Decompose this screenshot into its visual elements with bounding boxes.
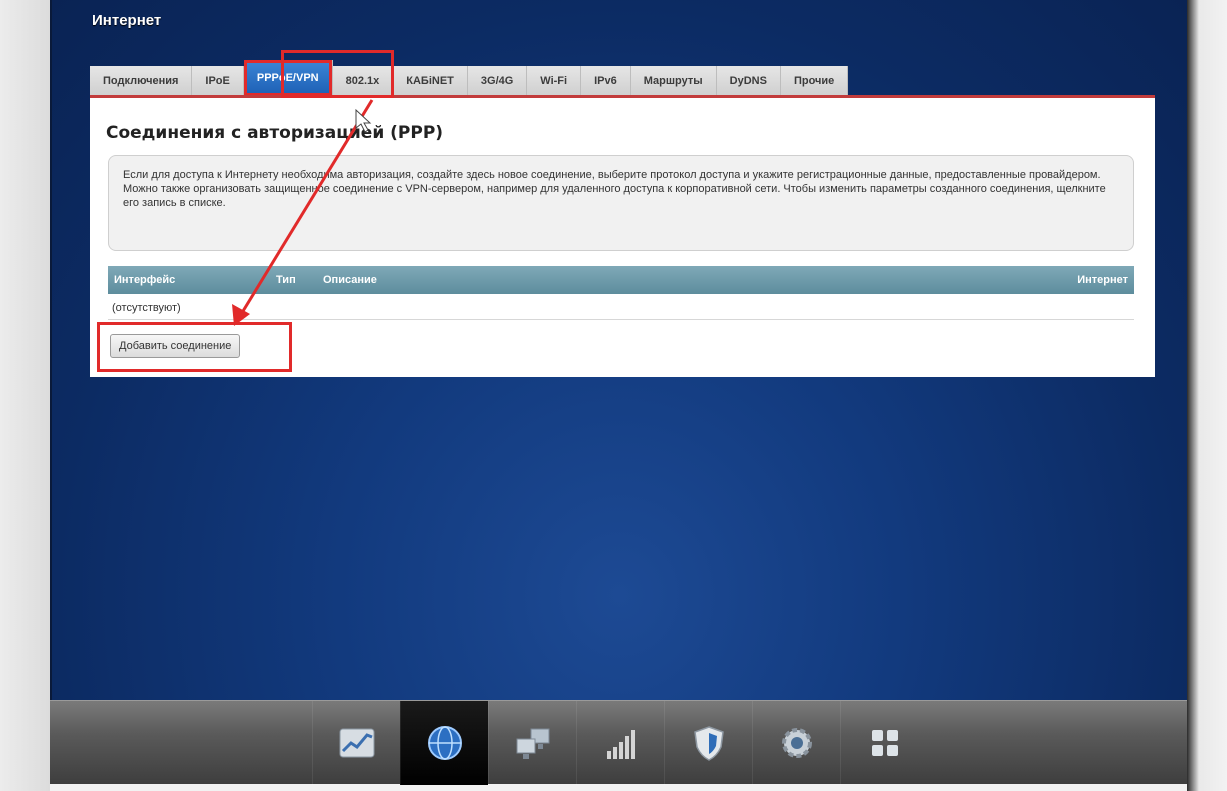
tab-other[interactable]: Прочие xyxy=(780,66,849,96)
content-panel: Соединения с авторизацией (PPP) Если для… xyxy=(90,95,1155,377)
table-header: Интерфейс Тип Описание Интернет xyxy=(108,266,1134,294)
tab-wifi[interactable]: Wi-Fi xyxy=(527,66,582,96)
window-frame-right xyxy=(1187,0,1227,791)
dock-security-button[interactable] xyxy=(664,701,752,785)
empty-placeholder: (отсутствуют) xyxy=(112,302,181,314)
column-interface[interactable]: Интерфейс xyxy=(114,274,175,286)
column-description[interactable]: Описание xyxy=(323,274,377,286)
section-title: Соединения с авторизацией (PPP) xyxy=(106,123,444,143)
tab-8021x[interactable]: 802.1x xyxy=(332,66,394,96)
screen: Интернет Подключения IPoE PPPoE/VPN 802.… xyxy=(0,0,1227,791)
dock-apps-button[interactable] xyxy=(840,701,928,785)
connections-table: Интерфейс Тип Описание Интернет (отсутст… xyxy=(108,266,1134,320)
dock-system-button[interactable] xyxy=(752,701,840,785)
info-box: Если для доступа к Интернету необходима … xyxy=(108,155,1134,251)
tab-dydns[interactable]: DyDNS xyxy=(716,66,781,96)
globe-icon xyxy=(427,726,462,760)
page-title: Интернет xyxy=(92,12,162,29)
table-row-empty: (отсутствуют) xyxy=(108,294,1134,320)
tab-ipv6[interactable]: IPv6 xyxy=(581,66,631,96)
column-internet[interactable]: Интернет xyxy=(1077,274,1128,286)
chart-icon xyxy=(339,728,374,758)
tab-3g-4g[interactable]: 3G/4G xyxy=(467,66,528,96)
tab-bar: Подключения IPoE PPPoE/VPN 802.1x КАБiNE… xyxy=(90,60,849,96)
tab-connections[interactable]: Подключения xyxy=(90,66,193,96)
tab-pppoe-vpn[interactable]: PPPoE/VPN xyxy=(243,60,333,96)
router-web-ui: Интернет Подключения IPoE PPPoE/VPN 802.… xyxy=(50,0,1187,700)
signal-bars-icon xyxy=(606,730,635,759)
tab-routes[interactable]: Маршруты xyxy=(630,66,717,96)
dock-monitor-button[interactable] xyxy=(312,701,400,785)
network-icon xyxy=(516,728,549,759)
window-frame-left xyxy=(0,0,50,791)
bottom-dock xyxy=(50,700,1187,785)
dock-home-network-button[interactable] xyxy=(488,701,576,785)
gear-icon xyxy=(781,728,812,758)
dock-wifi-button[interactable] xyxy=(576,701,664,785)
tab-kabinet[interactable]: КАБiNET xyxy=(393,66,468,96)
dock-internet-button[interactable] xyxy=(400,701,488,785)
apps-grid-icon xyxy=(871,730,898,756)
tab-ipoe[interactable]: IPoE xyxy=(192,66,244,96)
add-connection-button[interactable]: Добавить соединение xyxy=(110,334,241,358)
shield-icon xyxy=(693,726,724,761)
column-type[interactable]: Тип xyxy=(276,274,296,286)
